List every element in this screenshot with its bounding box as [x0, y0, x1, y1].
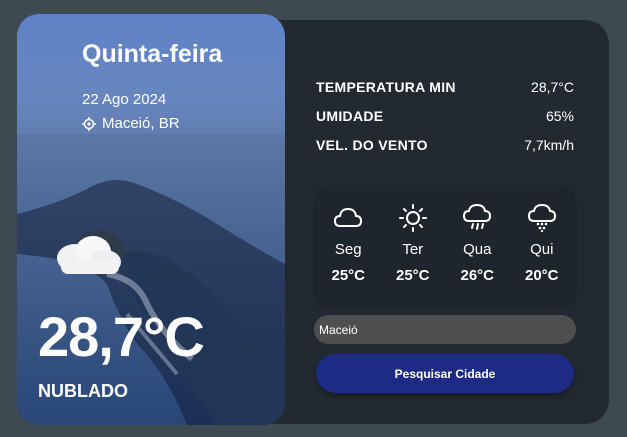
rain-cloud-icon — [463, 204, 492, 230]
stat-row-wind-speed: VEL. DO VENTO 7,7km/h — [316, 130, 574, 159]
forecast-temp: 25°C — [395, 267, 430, 284]
stat-label: VEL. DO VENTO — [316, 136, 428, 153]
stat-value: 28,7°C — [531, 78, 574, 95]
stat-value: 7,7km/h — [524, 136, 574, 153]
stat-row-min-temp: TEMPERATURA MIN 28,7°C — [316, 72, 574, 101]
forecast-day-name: Qua — [463, 241, 492, 258]
weekday-heading: Quinta-feira — [82, 40, 223, 68]
forecast-temp: 20°C — [524, 267, 559, 284]
forecast-temp: 26°C — [460, 267, 494, 284]
stat-row-humidity: UMIDADE 65% — [316, 101, 574, 130]
stat-label: TEMPERATURA MIN — [316, 78, 456, 95]
location-pin-icon — [82, 116, 96, 131]
sun-icon — [398, 204, 427, 232]
forecast-panel: Seg 25°C Ter 25°C Qua 26°C Qui 20°C — [316, 187, 574, 304]
forecast-day-qua: Qua 26°C — [451, 187, 503, 284]
current-weather-card: Quinta-feira 22 Ago 2024 Maceió, BR 28,7… — [17, 14, 285, 425]
forecast-day-ter: Ter 25°C — [387, 187, 439, 284]
forecast-day-seg: Seg 25°C — [322, 187, 374, 284]
cloud-icon — [334, 207, 363, 227]
forecast-day-name: Qui — [530, 241, 554, 258]
stat-label: UMIDADE — [316, 107, 384, 124]
forecast-day-name: Ter — [402, 241, 424, 258]
current-date: 22 Ago 2024 — [82, 91, 167, 108]
city-search-input[interactable] — [314, 315, 576, 344]
current-temperature: 28,7°C — [38, 305, 205, 368]
snow-cloud-icon — [527, 204, 556, 232]
location-text: Maceió, BR — [102, 115, 180, 132]
weather-stats: TEMPERATURA MIN 28,7°C UMIDADE 65% VEL. … — [316, 72, 574, 159]
condition-text: NUBLADO — [38, 381, 128, 401]
forecast-day-qui: Qui 20°C — [516, 187, 568, 284]
search-city-button[interactable]: Pesquisar Cidade — [316, 354, 574, 393]
partly-cloudy-icon — [57, 230, 125, 274]
forecast-temp: 25°C — [331, 267, 365, 284]
forecast-day-name: Seg — [334, 241, 362, 258]
location-row: Maceió, BR — [82, 115, 180, 132]
stat-value: 65% — [545, 107, 574, 124]
